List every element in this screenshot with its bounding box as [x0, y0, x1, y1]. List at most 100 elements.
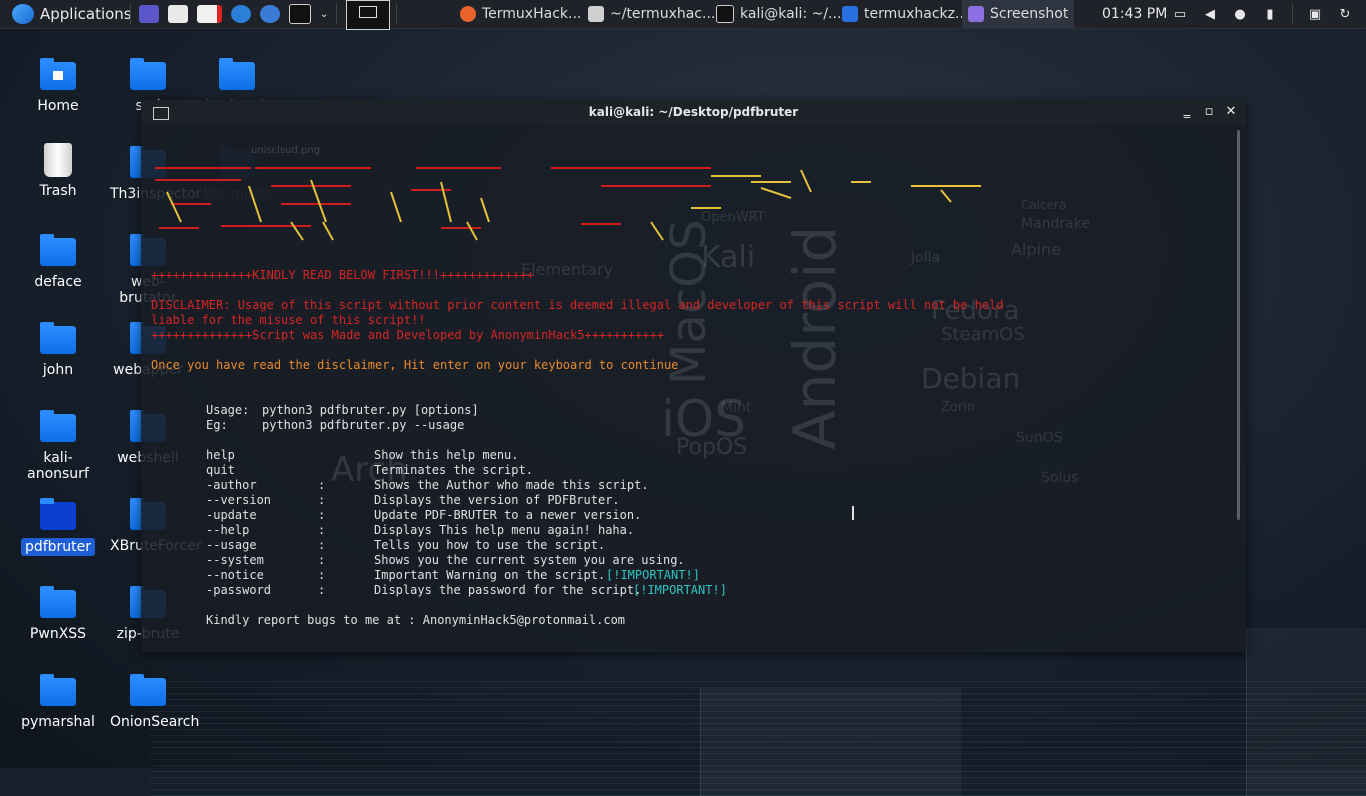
icon-label: john [42, 362, 74, 378]
desktop-icon-home[interactable]: Home [20, 58, 96, 114]
option-flag: --help [206, 523, 250, 537]
task-folder[interactable]: termuxhackz... [842, 0, 968, 28]
desktop-icon[interactable] [139, 5, 159, 23]
text-editor-icon[interactable] [197, 5, 222, 23]
separator [130, 0, 131, 28]
report-bugs-line: Kindly report bugs to me at : AnonyminHa… [206, 613, 626, 627]
option-separator: : [318, 493, 326, 507]
trash-icon [44, 143, 72, 177]
option-flag: help [206, 448, 235, 462]
desktop-icon-onionsearch[interactable]: OnionSearch [110, 674, 199, 730]
option-description: Show this help menu. [374, 448, 519, 462]
desktop-icon-trash[interactable]: Trash [20, 143, 96, 199]
file-manager-icon[interactable] [168, 5, 188, 23]
disclaimer-line-1: DISCLAIMER: Usage of this script without… [151, 298, 1004, 312]
quick-launchers: ⌄ [139, 0, 328, 28]
workspace-switcher[interactable] [346, 0, 390, 30]
folder-icon [40, 410, 76, 442]
icon-label: Trash [39, 183, 77, 199]
clock[interactable]: 01:43 PM [1102, 0, 1167, 28]
option-separator: : [318, 553, 326, 567]
lock-icon[interactable]: ▣ [1307, 6, 1323, 22]
option-description: Displays This help menu again! haha. [374, 523, 635, 537]
volume-icon[interactable]: ◀ [1202, 6, 1218, 22]
option-separator: : [318, 523, 326, 537]
desktop-icon-pwnxss[interactable]: PwnXSS [20, 586, 96, 642]
option-description: Displays the password for the script. [374, 583, 642, 597]
option-separator: : [318, 583, 326, 597]
browser-icon[interactable] [231, 5, 251, 23]
separator [336, 0, 337, 28]
desktop-icon-john[interactable]: john [20, 322, 96, 378]
terminal-window[interactable]: MacOS Kali iOS PopOS Android Debian Fedo… [141, 100, 1246, 652]
example-command: python3 pdfbruter.py --usage [262, 418, 465, 432]
terminal-scrollbar[interactable] [1237, 130, 1240, 520]
task-firefox[interactable]: TermuxHack... [460, 0, 581, 28]
icon-label: pymarshal [21, 714, 95, 730]
made-by-banner: ++++++++++++++Script was Made and Develo… [151, 328, 664, 342]
desktop-icon-kali-anonsurf[interactable]: kali-anonsurf [20, 410, 96, 482]
option-description: Tells you how to use the script. [374, 538, 606, 552]
task-screenshot[interactable]: Screenshot [962, 0, 1075, 28]
folder-icon [40, 322, 76, 354]
option-description: Shows the Author who made this script. [374, 478, 649, 492]
task-editor[interactable]: ~/termuxhac... [588, 0, 715, 28]
logout-icon[interactable]: ↻ [1337, 6, 1353, 22]
folder-icon [40, 586, 76, 618]
option-flag: --notice [206, 568, 264, 582]
option-description: Terminates the script. [374, 463, 533, 477]
task-label: termuxhackz... [864, 6, 969, 22]
task-label: Screenshot [990, 6, 1069, 22]
window-title: kali@kali: ~/Desktop/pdfbruter [588, 105, 799, 119]
task-terminal[interactable]: kali@kali: ~/... [716, 0, 841, 28]
firefox-icon [460, 6, 476, 22]
continue-message: Once you have read the disclaimer, Hit e… [151, 358, 679, 372]
desktop-icon-deface[interactable]: deface [20, 234, 96, 290]
terminal-output[interactable]: ++++++++++++++KINDLY READ BELOW FIRST!!!… [151, 140, 1231, 640]
editor-icon [588, 6, 604, 22]
screenshot-icon [968, 6, 984, 22]
option-description: Shows you the current system you are usi… [374, 553, 685, 567]
important-flag: [!IMPORTANT!] [606, 568, 700, 582]
system-tray: ▭ ◀ ● ▮ ▣ ↻ ⏻ [1172, 0, 1366, 28]
notifications-bell-icon[interactable]: ● [1232, 6, 1248, 22]
close-icon[interactable]: ✕ [1223, 104, 1239, 120]
chromium-icon[interactable] [260, 5, 280, 23]
minimize-icon[interactable]: ‗ [1179, 104, 1195, 120]
battery-icon[interactable]: ▮ [1262, 6, 1278, 22]
option-description: Important Warning on the script. [374, 568, 613, 582]
option-description: Displays the version of PDFBruter. [374, 493, 620, 507]
terminal-launcher-icon[interactable] [289, 4, 311, 24]
desktop-icon-pdfbruter[interactable]: pdfbruter [20, 498, 96, 556]
option-description: Update PDF-BRUTER to a newer version. [374, 508, 642, 522]
wallpaper-document [700, 688, 961, 796]
desktop-icon-pymarshal[interactable]: pymarshal [20, 674, 96, 730]
icon-label: deface [34, 274, 82, 290]
folder-icon [130, 674, 166, 706]
terminal-icon [716, 5, 734, 23]
option-flag: -update [206, 508, 257, 522]
ascii-banner [155, 167, 981, 241]
option-flag: -password [206, 583, 272, 597]
workspace-icon [359, 6, 377, 18]
usage-label: Usage: [206, 403, 250, 417]
task-label: kali@kali: ~/... [740, 6, 842, 22]
display-icon[interactable]: ▭ [1172, 6, 1188, 22]
home-folder-icon [40, 58, 76, 90]
kindly-read-banner: ++++++++++++++KINDLY READ BELOW FIRST!!!… [151, 268, 534, 282]
text-cursor-icon [852, 506, 854, 520]
option-flag: --usage [206, 538, 257, 552]
important-flag: [!IMPORTANT!] [633, 583, 727, 597]
chevron-down-icon[interactable]: ⌄ [320, 9, 328, 20]
applications-label: Applications [40, 5, 132, 23]
option-flag: --system [206, 553, 264, 567]
option-separator: : [318, 508, 326, 522]
applications-menu[interactable]: Applications [12, 0, 132, 28]
folder-icon [219, 58, 255, 90]
maximize-icon[interactable]: ▫ [1201, 104, 1217, 120]
option-flag: quit [206, 463, 235, 477]
icon-label: PwnXSS [29, 626, 87, 642]
folder-icon [40, 498, 76, 530]
option-separator: : [318, 538, 326, 552]
terminal-titlebar[interactable]: kali@kali: ~/Desktop/pdfbruter ‗ ▫ ✕ [141, 100, 1246, 125]
